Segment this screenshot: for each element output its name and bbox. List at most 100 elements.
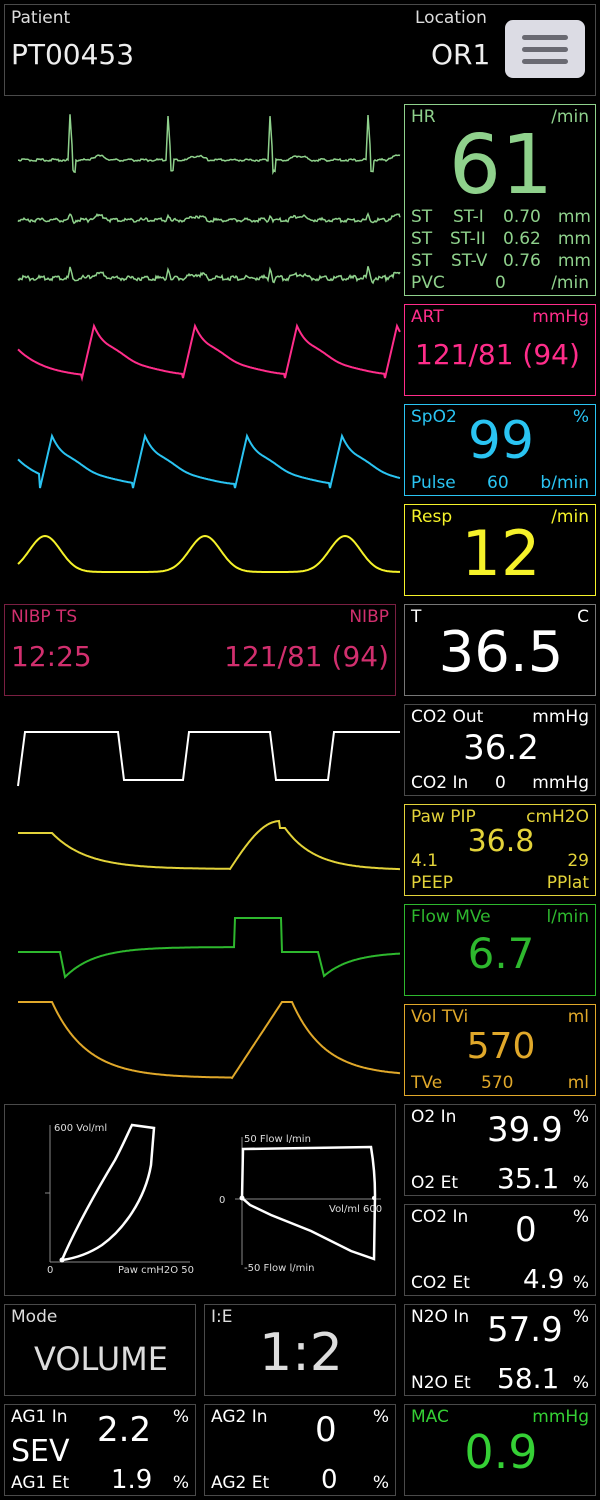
st-lead-name: ST-II [450,229,486,249]
hr-label: HR [411,107,436,127]
st-unit: mm [557,207,591,227]
location-value: OR1 [431,38,491,71]
nibp-value: 121/81 (94) [224,640,389,673]
o2-in-unit: % [572,1107,589,1127]
location-label: Location [415,8,487,28]
paw-panel[interactable]: Paw PIP cmH2O 36.8 4.1 29 PEEP PPlat [404,804,596,896]
flow-panel[interactable]: Flow MVe l/min 6.7 [404,904,596,996]
temp-unit: C [577,607,589,627]
pv-y-max-label: 600 Vol/ml [54,1123,107,1134]
st-tag: ST [411,251,433,271]
ag1-agent: SEV [11,1434,70,1469]
ag1-in-value: 2.2 [97,1410,152,1450]
mac-unit: mmHg [532,1407,589,1427]
tve-unit: ml [567,1073,589,1093]
vol-panel[interactable]: Vol TVi ml 570 TVe 570 ml [404,1004,596,1096]
ag2-et-label: AG2 Et [211,1473,270,1493]
ag1-et-value: 1.9 [111,1465,153,1495]
n2o-in-label: N2O In [411,1307,470,1327]
n2o-panel[interactable]: N2O In 57.9 % N2O Et 58.1 % [404,1304,596,1396]
temp-value: 36.5 [438,620,564,685]
co2-gas-et-label: CO2 Et [411,1273,470,1293]
ag2-panel[interactable]: AG2 In 0 % AG2 Et 0 % [204,1404,396,1496]
st-lead-name: ST-V [451,251,488,271]
o2-et-unit: % [572,1173,589,1193]
art-value: 121/81 (94) [415,338,580,371]
st-tag: ST [411,229,433,249]
co2-gas-panel[interactable]: CO2 In 0 % CO2 Et 4.9 % [404,1204,596,1296]
st-row: ST ST-I 0.70 mm [405,209,597,229]
pvc-label: PVC [411,273,445,293]
fv-y-max-label: 50 Flow l/min [244,1134,311,1145]
ie-ratio-panel[interactable]: I:E 1:2 [204,1304,396,1396]
paw-label: Paw PIP [411,807,476,827]
o2-in-value: 39.9 [487,1110,563,1150]
pv-loop-origin-dot [59,1257,65,1263]
flow-volume-loop [240,1145,377,1261]
paw-unit: cmH2O [526,807,589,827]
tve-label: TVe [411,1073,443,1093]
ecg-lead-3-waveform [17,266,401,285]
spo2-panel[interactable]: SpO2 % 99 Pulse 60 b/min [404,404,596,496]
art-waveform [17,322,401,382]
temp-panel[interactable]: T C 36.5 [404,604,596,696]
co2-in-value: 0 [495,773,506,793]
st-tag: ST [411,207,433,227]
hr-panel[interactable]: HR /min 61 ST ST-I 0.70 mm ST ST-II 0.62… [404,104,596,296]
mode-value: VOLUME [34,1340,168,1378]
nibp-label: NIBP [349,607,389,627]
ie-label: I:E [211,1307,233,1327]
mode-label: Mode [11,1307,58,1327]
o2-panel[interactable]: O2 In 39.9 % O2 Et 35.1 % [404,1104,596,1196]
nibp-ts-label: NIBP TS [11,607,78,627]
volume-waveform [18,1001,401,1080]
waveform-area [17,114,401,1080]
co2-gas-et-unit: % [572,1273,589,1293]
menu-button[interactable] [505,20,585,78]
pv-loop-axes [45,1125,190,1263]
o2-in-label: O2 In [411,1107,457,1127]
fv-loop-end-dot [372,1196,376,1200]
ag2-in-label: AG2 In [211,1407,268,1427]
patient-id: PT00453 [11,38,135,71]
co2-capnogram-waveform [17,731,400,787]
loops-panel[interactable]: 600 Vol/ml Paw cmH2O 50 0 50 Flow l/min … [4,1104,396,1296]
art-panel[interactable]: ART mmHg 121/81 (94) [404,304,596,396]
ag2-in-unit: % [372,1407,389,1427]
co2-in-unit: mmHg [532,773,589,793]
resp-panel[interactable]: Resp /min 12 [404,504,596,596]
hr-value: 61 [448,118,554,213]
fv-y-min-label: -50 Flow l/min [244,1263,315,1274]
vol-value: 570 [466,1026,536,1067]
st-lead-name: ST-I [453,207,484,227]
pulse-value: 60 [487,473,509,493]
co2-gas-in-unit: % [572,1207,589,1227]
st-value: 0.62 [503,229,541,249]
nibp-panel[interactable]: NIBP TS NIBP 12:25 121/81 (94) [4,604,396,696]
co2-gas-et-value: 4.9 [523,1265,565,1295]
co2-unit: mmHg [532,707,589,727]
o2-et-label: O2 Et [411,1173,459,1193]
n2o-et-label: N2O Et [411,1373,471,1393]
flow-value: 6.7 [467,929,535,978]
resp-waveform [17,534,400,573]
mac-panel[interactable]: MAC mmHg 0.9 [404,1404,596,1496]
st-value: 0.70 [503,207,541,227]
o2-et-value: 35.1 [497,1162,560,1195]
co2-panel[interactable]: CO2 Out mmHg 36.2 CO2 In 0 mmHg [404,704,596,796]
ag2-et-value: 0 [321,1465,338,1495]
mac-value: 0.9 [464,1425,538,1479]
peep-value: 4.1 [411,851,439,871]
paw-waveform [18,819,400,871]
fv-loop-origin-dot [239,1195,245,1201]
n2o-et-unit: % [572,1373,589,1393]
ag1-panel[interactable]: AG1 In 2.2 % SEV AG1 Et 1.9 % [4,1404,196,1496]
pulse-label: Pulse [411,473,456,493]
fv-x-label: Vol/ml 600 [329,1204,382,1215]
ag1-in-unit: % [172,1407,189,1427]
mac-label: MAC [411,1407,449,1427]
co2-in-label: CO2 In [411,773,469,793]
co2-gas-in-label: CO2 In [411,1207,469,1227]
vent-mode-panel[interactable]: Mode VOLUME [4,1304,196,1396]
ie-value: 1:2 [259,1323,343,1383]
